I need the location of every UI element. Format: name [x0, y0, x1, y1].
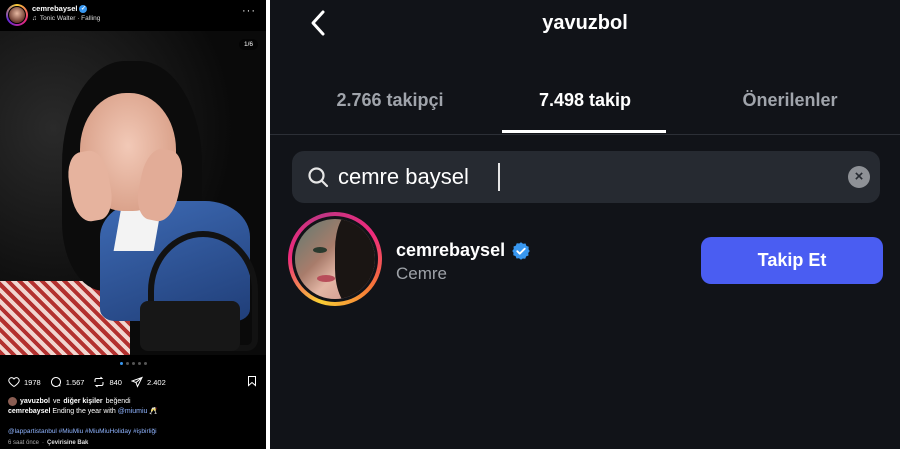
- reposts-count: 840: [109, 377, 122, 387]
- comment-icon: [50, 377, 61, 388]
- caption-emoji: 🥂: [149, 408, 159, 415]
- caption-username[interactable]: cemrebaysel: [8, 408, 50, 415]
- caption-text: Ending the year with: [52, 408, 116, 415]
- like-button[interactable]: 1978: [8, 376, 41, 388]
- verified-icon: ✓: [79, 4, 88, 13]
- search-result-row[interactable]: cemrebaysel Cemre Takip Et: [288, 212, 888, 308]
- liker-avatar: [8, 397, 17, 406]
- share-button[interactable]: 2.402: [130, 376, 166, 388]
- tab-suggested[interactable]: Önerilenler: [690, 90, 890, 111]
- active-tab-indicator: [502, 130, 666, 133]
- bookmark-icon: [248, 376, 256, 387]
- meta-separator: ·: [42, 440, 45, 446]
- search-bar[interactable]: ×: [292, 151, 880, 203]
- caption-mention[interactable]: @miumiu: [118, 408, 148, 415]
- tab-following[interactable]: 7.498 takip: [500, 90, 670, 111]
- carousel-dot: [119, 362, 123, 365]
- save-button[interactable]: [246, 375, 258, 389]
- tabs-divider: [270, 134, 900, 135]
- verified-badge-icon: [512, 241, 530, 260]
- send-icon: [130, 376, 143, 388]
- text-cursor: [498, 163, 500, 191]
- result-username-row[interactable]: cemrebaysel: [396, 240, 531, 261]
- more-options-icon[interactable]: ···: [242, 5, 256, 17]
- clear-search-icon[interactable]: ×: [848, 166, 870, 188]
- post-author[interactable]: cemrebaysel ✓: [32, 4, 88, 13]
- music-label: Tonic Walter · Falling: [39, 15, 101, 22]
- liked-by-others[interactable]: diğer kişiler: [63, 398, 102, 405]
- carousel-dot: [143, 362, 147, 365]
- search-input[interactable]: [338, 161, 808, 193]
- post-author-username[interactable]: cemrebaysel: [32, 4, 77, 13]
- liked-by-suffix: beğendi: [105, 398, 131, 405]
- tab-followers[interactable]: 2.766 takipçi: [290, 90, 490, 111]
- follow-tabs: 2.766 takipçi 7.498 takip Önerilenler: [270, 90, 900, 134]
- photo-counter: 1/6: [238, 39, 258, 50]
- post-author-avatar[interactable]: [6, 4, 28, 26]
- result-username[interactable]: cemrebaysel: [396, 240, 505, 261]
- translate-link[interactable]: Çevirisine Bak: [47, 440, 88, 446]
- carousel-dot: [137, 362, 141, 365]
- profile-title: yavuzbol: [542, 12, 628, 34]
- carousel-dots: [0, 362, 266, 365]
- post-actions: 1978 1.567 840 2.402: [8, 375, 258, 389]
- follow-button[interactable]: Takip Et: [701, 237, 883, 284]
- liked-by[interactable]: yavuzbol ve diğer kişiler beğendi: [8, 397, 131, 406]
- post-music[interactable]: ♫ Tonic Walter · Falling: [32, 15, 100, 22]
- liker-username[interactable]: yavuzbol: [20, 398, 50, 405]
- comment-button[interactable]: 1.567: [50, 376, 85, 388]
- likes-count: 1978: [24, 377, 41, 387]
- carousel-dot: [131, 362, 135, 365]
- post-photo[interactable]: 1/6: [0, 31, 266, 355]
- post-time: 6 saat önce: [8, 440, 40, 446]
- shares-count: 2.402: [146, 377, 166, 387]
- following-panel: yavuzbol 2.766 takipçi 7.498 takip Öneri…: [270, 0, 900, 449]
- comments-count: 1.567: [65, 377, 85, 387]
- result-full-name: Cemre: [396, 264, 448, 283]
- carousel-dot: [125, 362, 129, 365]
- repost-button[interactable]: 840: [93, 376, 122, 388]
- post-caption: cemrebaysel Ending the year with @miumiu…: [8, 407, 158, 415]
- post-header: cemrebaysel ✓ ♫ Tonic Walter · Falling ·…: [0, 0, 266, 30]
- post-hashtags[interactable]: @lappartistanbul #MiuMiu #MiuMiuHoliday …: [8, 428, 157, 435]
- heart-icon: [8, 377, 20, 388]
- liked-by-mid: ve: [52, 398, 61, 405]
- result-avatar[interactable]: [288, 212, 382, 306]
- post-meta: 6 saat önce · Çevirisine Bak: [8, 440, 88, 446]
- repost-icon: [94, 376, 104, 388]
- search-icon: [308, 167, 329, 188]
- music-note-icon: ♫: [32, 15, 37, 22]
- post-panel: cemrebaysel ✓ ♫ Tonic Walter · Falling ·…: [0, 0, 266, 449]
